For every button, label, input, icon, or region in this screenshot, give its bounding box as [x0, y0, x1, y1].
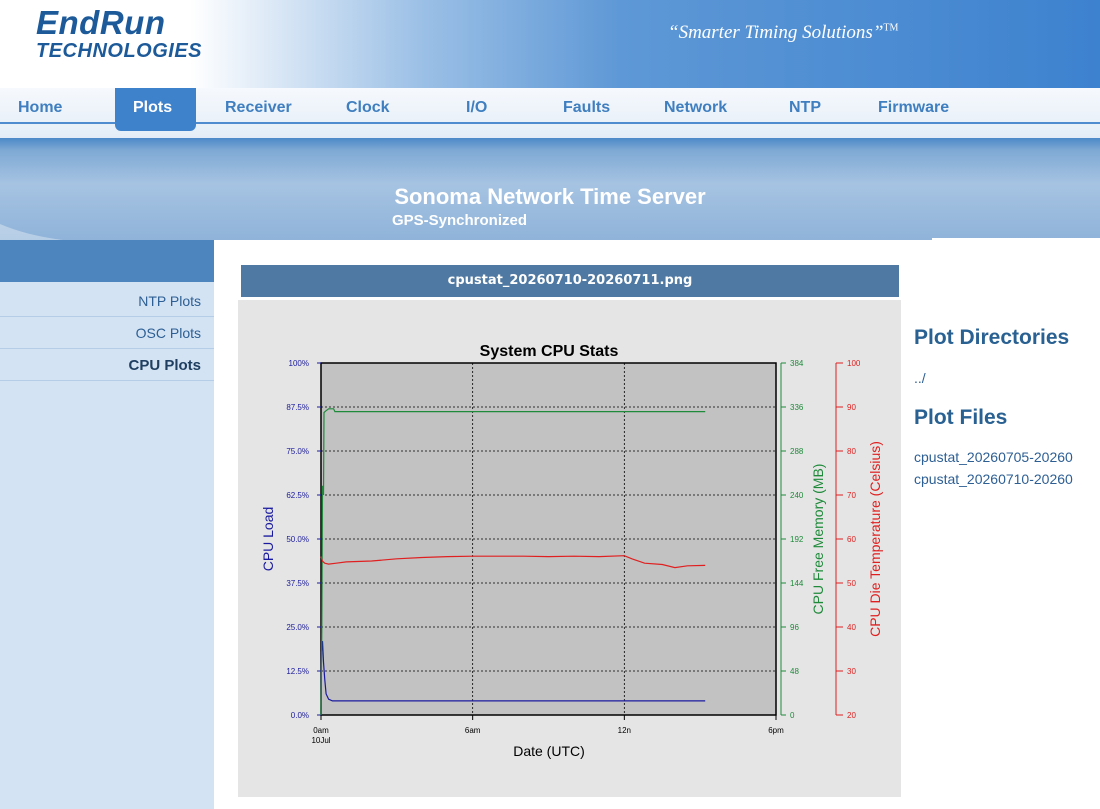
- x-axis-date-label: 10Jul: [311, 736, 330, 745]
- tagline: “Smarter Timing Solutions”TM: [668, 22, 898, 44]
- nav-faults[interactable]: Faults: [563, 99, 610, 117]
- nav-clock[interactable]: Clock: [346, 99, 390, 117]
- plot-files-heading: Plot Files: [914, 406, 1008, 429]
- sidebar-item-cpu-plots[interactable]: CPU Plots: [0, 348, 214, 381]
- sidebar-item-label: OSC Plots: [135, 325, 201, 341]
- temp-axis-tick-label: 80: [847, 447, 856, 456]
- plot-filename-header: cpustat_20260710-20260711.png: [241, 265, 899, 297]
- left-axis-tick-label: 12.5%: [286, 667, 309, 676]
- y-axis-label-free-memory: CPU Free Memory (MB): [810, 464, 826, 615]
- sidebar: NTP Plots OSC Plots CPU Plots: [0, 282, 214, 809]
- left-axis-tick-label: 25.0%: [286, 623, 309, 632]
- x-axis-label: Date (UTC): [513, 743, 585, 759]
- temp-axis-tick-label: 20: [847, 711, 856, 720]
- memory-axis-tick-label: 336: [790, 403, 804, 412]
- nav-firmware[interactable]: Firmware: [878, 99, 949, 117]
- left-axis-tick-label: 50.0%: [286, 535, 309, 544]
- nav-network[interactable]: Network: [664, 99, 727, 117]
- temp-axis-tick-label: 70: [847, 491, 856, 500]
- nav-io[interactable]: I/O: [466, 99, 487, 117]
- sidebar-header: [0, 240, 214, 282]
- parent-directory-link[interactable]: ../: [914, 370, 926, 386]
- temp-axis-tick-label: 50: [847, 579, 856, 588]
- left-axis-tick-label: 87.5%: [286, 403, 309, 412]
- x-axis-tick-label: 6am: [465, 726, 481, 735]
- y-axis-label-cpu-load: CPU Load: [260, 507, 276, 572]
- memory-axis-tick-label: 240: [790, 491, 804, 500]
- plot-file-link[interactable]: cpustat_20260705-20260: [914, 449, 1073, 465]
- memory-axis-tick-label: 0: [790, 711, 795, 720]
- temp-axis-tick-label: 90: [847, 403, 856, 412]
- memory-axis-tick-label: 96: [790, 623, 799, 632]
- plot-directories-heading: Plot Directories: [914, 326, 1070, 349]
- sidebar-item-label: NTP Plots: [138, 293, 201, 309]
- y-axis-label-die-temp: CPU Die Temperature (Celsius): [867, 441, 883, 637]
- site-header: EndRun TECHNOLOGIES “Smarter Timing Solu…: [0, 0, 1100, 88]
- tagline-text: “Smarter Timing Solutions”: [668, 22, 884, 43]
- memory-axis-tick-label: 288: [790, 447, 804, 456]
- x-axis-tick-label: 6pm: [768, 726, 784, 735]
- sidebar-item-label: CPU Plots: [128, 357, 201, 374]
- temp-axis-tick-label: 100: [847, 359, 861, 368]
- memory-axis-tick-label: 48: [790, 667, 799, 676]
- chart-title: System CPU Stats: [480, 343, 619, 360]
- x-axis-tick-label: 12n: [618, 726, 631, 735]
- sidebar-item-osc-plots[interactable]: OSC Plots: [0, 316, 214, 349]
- sidebar-item-ntp-plots[interactable]: NTP Plots: [0, 284, 214, 317]
- cpu-stats-chart: 0.0% 12.5% 25.0% 37.5% 50.0% 62.5% 75.0% 87.5% 1…: [260, 343, 883, 759]
- banner-divider: [932, 238, 1100, 240]
- left-axis-tick-label: 37.5%: [286, 579, 309, 588]
- banner-title: Sonoma Network Time Server: [394, 184, 706, 209]
- memory-axis-tick-label: 384: [790, 359, 804, 368]
- left-axis-tick-label: 62.5%: [286, 491, 309, 500]
- temp-axis-tick-label: 60: [847, 535, 856, 544]
- memory-axis-tick-label: 144: [790, 579, 804, 588]
- nav-home[interactable]: Home: [18, 99, 62, 117]
- logo-endrun[interactable]: EndRun: [36, 4, 165, 42]
- temp-axis-tick-label: 30: [847, 667, 856, 676]
- x-axis-tick-label: 0am: [313, 726, 329, 735]
- banner-subtitle: GPS-Synchronized: [392, 212, 528, 229]
- nav-plots[interactable]: Plots: [133, 99, 172, 117]
- nav-receiver[interactable]: Receiver: [225, 99, 292, 117]
- left-axis-tick-label: 100%: [289, 359, 309, 368]
- logo-technologies[interactable]: TECHNOLOGIES: [36, 40, 202, 63]
- tagline-tm: TM: [883, 22, 899, 34]
- memory-axis-tick-label: 192: [790, 535, 804, 544]
- nav-ntp[interactable]: NTP: [789, 99, 821, 117]
- left-axis-tick-label: 0.0%: [291, 711, 309, 720]
- temp-axis-tick-label: 40: [847, 623, 856, 632]
- plot-file-link[interactable]: cpustat_20260710-20260: [914, 471, 1073, 487]
- left-axis-tick-label: 75.0%: [286, 447, 309, 456]
